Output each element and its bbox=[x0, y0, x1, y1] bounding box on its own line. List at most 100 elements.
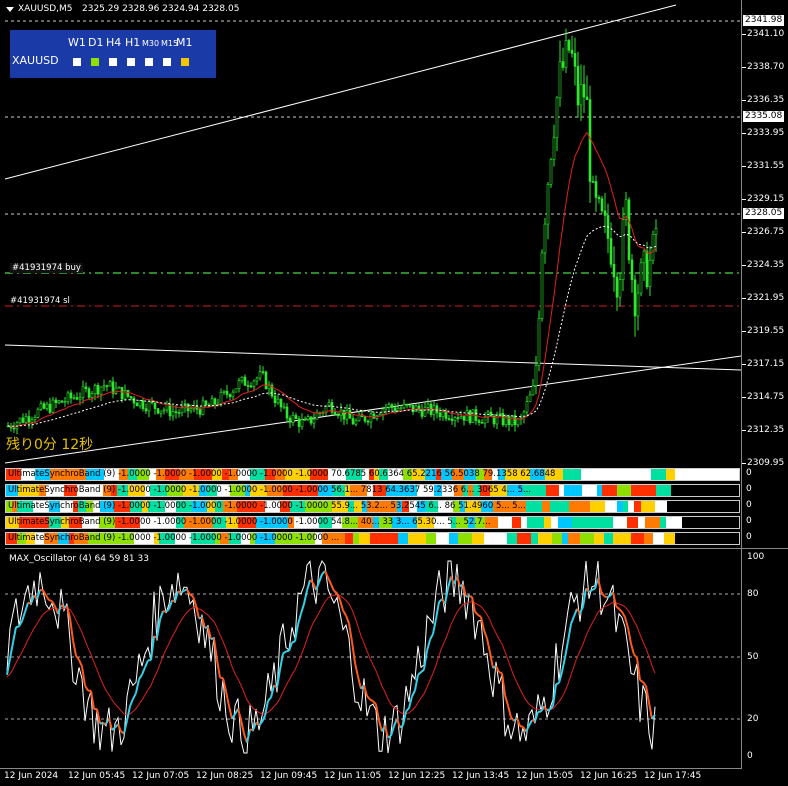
tf-label-m30[interactable]: M30 bbox=[142, 39, 159, 48]
synchro-band-segment bbox=[604, 533, 613, 544]
tf-label-h1[interactable]: H1 bbox=[125, 36, 140, 49]
osc-segment bbox=[616, 606, 619, 609]
synchro-band-2[interactable]: UltimateSynchroBand (9) -1.0000 -1.0000 … bbox=[5, 484, 740, 497]
candle-body bbox=[313, 419, 315, 423]
trendline-mid[interactable] bbox=[5, 345, 741, 370]
osc-line-red bbox=[7, 595, 655, 715]
tf-label-w1[interactable]: W1 bbox=[68, 36, 86, 49]
candle-body bbox=[40, 404, 42, 410]
synchro-band-segment bbox=[689, 485, 704, 496]
osc-segment bbox=[181, 591, 184, 593]
synchro-band-segment bbox=[700, 469, 709, 480]
oscillator-canvas bbox=[5, 549, 741, 769]
tf-label-m1[interactable]: M1 bbox=[176, 36, 193, 49]
candle-body bbox=[580, 84, 582, 105]
candle-body bbox=[577, 66, 579, 105]
candle-body bbox=[25, 417, 27, 423]
osc-segment bbox=[142, 667, 145, 674]
osc-segment bbox=[340, 600, 343, 610]
synchro-band-label: UltimateSynchroBand (9) -1.0000 -1.0000 … bbox=[8, 517, 491, 528]
candle-body bbox=[454, 418, 456, 421]
synchro-band-segment bbox=[546, 485, 559, 496]
osc-segment bbox=[397, 719, 400, 728]
tf-label-h4[interactable]: H4 bbox=[106, 36, 121, 49]
synchro-band-segment bbox=[655, 501, 667, 512]
time-axis[interactable]: 12 Jun 2024 12 Jun 05:45 12 Jun 07:05 12… bbox=[0, 768, 741, 786]
osc-segment bbox=[496, 666, 499, 672]
synchro-band-segment bbox=[651, 469, 666, 480]
candle-body bbox=[97, 385, 99, 394]
candle-body bbox=[391, 405, 393, 408]
synchro-band-zero: 0 bbox=[746, 516, 752, 526]
osc-segment bbox=[304, 590, 307, 604]
synchro-band-zero: 0 bbox=[746, 500, 752, 510]
candle-body bbox=[28, 417, 30, 423]
osc-segment bbox=[325, 571, 328, 577]
candle-body bbox=[592, 181, 594, 182]
candle-body bbox=[358, 415, 360, 421]
synchro-band-segment bbox=[735, 469, 740, 480]
synchro-band-segment bbox=[675, 533, 685, 544]
price-label: 2309.95 bbox=[747, 458, 784, 468]
osc-segment bbox=[73, 640, 76, 655]
chart-menu-icon[interactable] bbox=[6, 6, 14, 16]
price-highlight-current: 2328.05 bbox=[743, 208, 784, 219]
sl-order-label[interactable]: #41931974 sl bbox=[10, 296, 70, 306]
main-chart[interactable]: XAUUSD,M5 2325.29 2328.96 2324.94 2328.0… bbox=[0, 0, 741, 466]
candle-body bbox=[223, 391, 225, 392]
candle-body bbox=[214, 399, 216, 405]
synchro-band-segment bbox=[685, 533, 693, 544]
synchro-band-segment bbox=[398, 533, 408, 544]
osc-segment bbox=[565, 641, 568, 658]
osc-segment bbox=[505, 695, 508, 705]
candle-body bbox=[463, 416, 465, 420]
synchro-band-3[interactable]: UltimateSynchroBand (9) -1.0000 -1.0000 … bbox=[5, 500, 740, 513]
price-label: 2314.75 bbox=[747, 392, 784, 402]
synchro-band-segment bbox=[644, 533, 653, 544]
synchro-band-segment bbox=[605, 501, 617, 512]
synchro-band-label: UltimateSynchroBand (9) -1.0000 -1.0000 … bbox=[8, 485, 531, 496]
osc-segment bbox=[529, 720, 532, 726]
candle-body bbox=[190, 409, 192, 411]
candle-body bbox=[22, 418, 24, 422]
candle-body bbox=[259, 372, 261, 378]
synchro-band-segment bbox=[671, 485, 689, 496]
candle-body bbox=[484, 417, 486, 423]
candle-body bbox=[67, 393, 69, 402]
synchro-band-5[interactable]: UltimateSynchroBand (9) -1.0000 -1.0000 … bbox=[5, 532, 740, 545]
synchro-band-segment bbox=[601, 469, 615, 480]
candle-body bbox=[631, 260, 633, 280]
synchro-band-segment bbox=[449, 533, 458, 544]
candle-body bbox=[64, 402, 66, 403]
candle-body bbox=[316, 413, 318, 419]
osc-segment bbox=[298, 614, 301, 625]
candle-body bbox=[235, 389, 237, 392]
osc-segment bbox=[40, 590, 43, 591]
candle-body bbox=[442, 411, 444, 416]
candle-body bbox=[133, 398, 135, 403]
synchro-band-segment bbox=[737, 501, 740, 512]
osc-segment bbox=[607, 596, 610, 598]
osc-segment bbox=[241, 720, 244, 734]
synchro-band-segment bbox=[578, 501, 590, 512]
candle-body bbox=[148, 402, 150, 411]
osc-segment bbox=[469, 596, 472, 597]
osc-segment bbox=[85, 685, 88, 690]
synchro-band-segment bbox=[709, 469, 718, 480]
synchro-band-segment bbox=[586, 533, 594, 544]
trendline-lower[interactable] bbox=[5, 356, 741, 463]
osc-segment bbox=[259, 722, 262, 725]
time-label: 12 Jun 13:45 bbox=[452, 771, 509, 781]
synchro-band-4[interactable]: UltimateSynchroBand (9) -1.0000 -1.0000 … bbox=[5, 516, 740, 529]
synchro-band-segment bbox=[565, 517, 572, 528]
synchro-band-segment bbox=[527, 517, 544, 528]
synchro-band-1[interactable]: UltimateSynchroBand (9) -1.0000 -1.0000 … bbox=[5, 468, 740, 481]
oscillator-pane[interactable]: MAX_Oscillator (4) 64 59 81 33 bbox=[5, 548, 741, 769]
synchro-band-segment bbox=[569, 501, 578, 512]
tf-label-d1[interactable]: D1 bbox=[88, 36, 103, 49]
buy-order-label[interactable]: #41931974 buy bbox=[10, 263, 83, 273]
candle-body bbox=[100, 387, 102, 394]
osc-segment bbox=[427, 640, 430, 651]
osc-segment bbox=[46, 595, 49, 600]
synchro-band-segment bbox=[550, 501, 558, 512]
